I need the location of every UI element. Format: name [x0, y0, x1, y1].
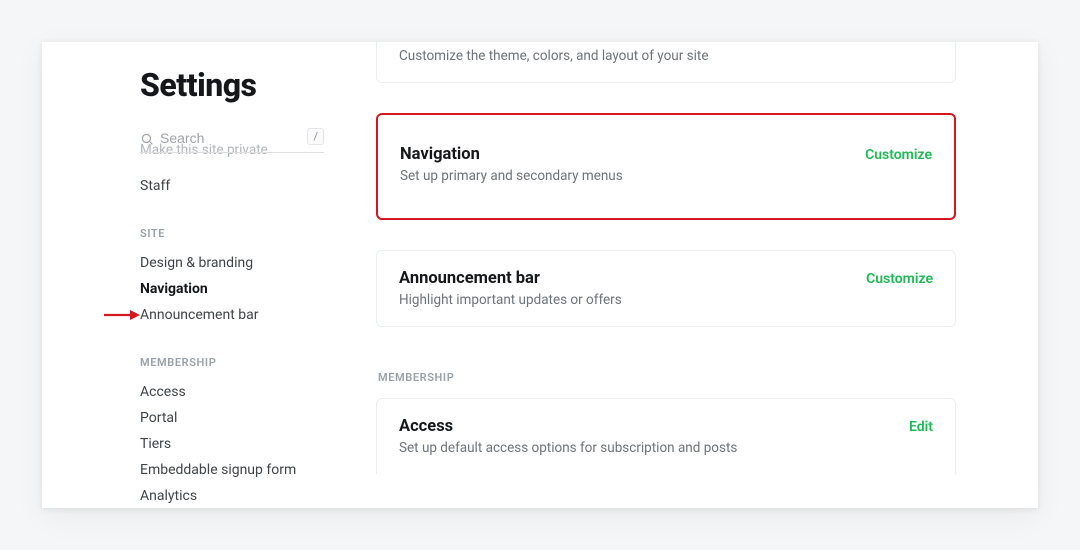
card-info: Announcement bar Highlight important upd… [399, 269, 622, 308]
sidebar-item-announcement[interactable]: Announcement bar [140, 302, 324, 328]
customize-announcement-button[interactable]: Customize [866, 269, 933, 287]
card-announcement: Announcement bar Highlight important upd… [376, 250, 956, 327]
sidebar-nav: Staff SITE Design & branding Navigation … [140, 173, 324, 508]
card-desc: Highlight important updates or offers [399, 292, 622, 308]
search-icon [140, 131, 154, 145]
card-navigation: Navigation Set up primary and secondary … [376, 113, 956, 220]
customize-navigation-button[interactable]: Customize [865, 145, 932, 163]
sidebar: Settings Make this site private / Staff … [42, 42, 352, 508]
search-field[interactable]: / [140, 130, 324, 153]
card-desc: Set up default access options for subscr… [399, 440, 737, 456]
card-desc: Customize the theme, colors, and layout … [399, 48, 708, 64]
page-title: Settings [140, 66, 324, 104]
sidebar-item-tiers[interactable]: Tiers [140, 431, 324, 457]
card-title: Announcement bar [399, 269, 622, 288]
card-title: Navigation [400, 145, 623, 164]
sidebar-item-portal[interactable]: Portal [140, 405, 324, 431]
edit-access-button[interactable]: Edit [909, 417, 933, 435]
search-shortcut-badge: / [307, 128, 324, 145]
card-info: Access Set up default access options for… [399, 417, 737, 456]
main-section-membership: MEMBERSHIP [378, 371, 956, 384]
sidebar-group-site: SITE [140, 227, 324, 240]
settings-window: Settings Make this site private / Staff … [42, 42, 1038, 508]
sidebar-group-membership: MEMBERSHIP [140, 356, 324, 369]
sidebar-item-access[interactable]: Access [140, 379, 324, 405]
card-desc: Set up primary and secondary menus [400, 168, 623, 184]
card-title: Access [399, 417, 737, 436]
sidebar-item-navigation[interactable]: Navigation [140, 276, 324, 302]
sidebar-item-signup-form[interactable]: Embeddable signup form [140, 457, 324, 483]
card-info: Customize the theme, colors, and layout … [399, 42, 708, 64]
search-input[interactable] [160, 130, 324, 146]
sidebar-item-staff[interactable]: Staff [140, 173, 324, 199]
card-design: Customize the theme, colors, and layout … [376, 42, 956, 83]
arrow-annotation-icon [102, 308, 142, 322]
card-access: Access Set up default access options for… [376, 398, 956, 474]
sidebar-item-design[interactable]: Design & branding [140, 250, 324, 276]
sidebar-item-analytics[interactable]: Analytics [140, 483, 324, 508]
card-info: Navigation Set up primary and secondary … [400, 145, 623, 184]
main-content: Customize the theme, colors, and layout … [352, 42, 1038, 508]
